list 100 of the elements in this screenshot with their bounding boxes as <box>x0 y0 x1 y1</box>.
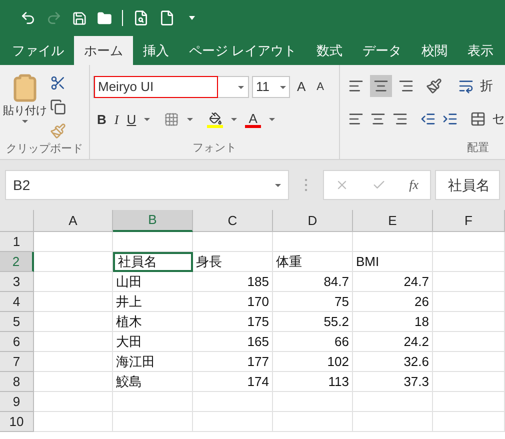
merge-cells-icon[interactable] <box>470 110 486 127</box>
decrease-indent-icon[interactable] <box>420 110 436 127</box>
empty-cell <box>433 392 505 412</box>
font-name-field[interactable]: Meiryo UI <box>93 76 249 98</box>
drag-handle-icon[interactable] <box>305 179 307 191</box>
bottom-align-icon[interactable] <box>398 78 414 94</box>
align-left-icon[interactable] <box>348 110 364 127</box>
table-cell: 井上 <box>113 292 193 312</box>
group-label: クリップボード <box>6 142 83 157</box>
copy-icon[interactable] <box>50 99 66 115</box>
table-cell: 170 <box>193 292 273 312</box>
align-center-icon[interactable] <box>370 110 386 127</box>
print-preview-icon[interactable] <box>133 10 149 26</box>
borders-icon[interactable] <box>164 112 180 128</box>
font-size-field[interactable]: 11 <box>252 76 290 98</box>
increase-indent-icon[interactable] <box>442 110 458 127</box>
column-header[interactable]: B <box>113 210 193 232</box>
undo-icon[interactable] <box>20 10 36 26</box>
save-icon[interactable] <box>72 10 87 26</box>
ribbon-tab[interactable]: 校閲 <box>412 36 458 65</box>
table-cell: 体重 <box>273 252 353 272</box>
table-cell: 身長 <box>193 252 273 272</box>
empty-cell <box>433 272 505 292</box>
customize-icon[interactable] <box>189 16 195 20</box>
table-cell: 植木 <box>113 312 193 332</box>
empty-cell <box>433 352 505 372</box>
row-header[interactable]: 3 <box>0 272 34 292</box>
table-cell: 66 <box>273 332 353 352</box>
table-cell: 大田 <box>113 332 193 352</box>
column-header[interactable]: C <box>193 210 273 232</box>
table-cell: 84.7 <box>273 272 353 292</box>
ribbon-tab[interactable]: 数式 <box>306 36 353 65</box>
bold-button[interactable]: B <box>97 110 106 130</box>
table-cell: 165 <box>193 332 273 352</box>
caret-icon[interactable] <box>238 86 244 88</box>
grow-font-button[interactable]: A <box>293 77 310 97</box>
font-color-button[interactable]: A <box>245 112 262 128</box>
table-cell: 社員名 <box>113 252 193 272</box>
empty-cell <box>433 292 505 312</box>
table-cell: 102 <box>273 352 353 372</box>
wrap-text-label[interactable]: 折 <box>480 76 493 96</box>
empty-cell <box>433 252 505 272</box>
column-header[interactable]: F <box>433 210 505 232</box>
caret-icon[interactable] <box>231 118 238 122</box>
ribbon-tab[interactable]: ホーム <box>74 36 133 65</box>
paste-button[interactable]: 貼り付け <box>0 73 50 139</box>
cut-icon[interactable] <box>50 75 66 91</box>
table-cell: 174 <box>193 372 273 392</box>
table-cell: 37.3 <box>353 372 433 392</box>
row-header[interactable]: 5 <box>0 312 34 332</box>
top-align-icon[interactable] <box>348 78 364 94</box>
new-document-icon[interactable] <box>159 10 175 26</box>
formula-field[interactable]: 社員名 <box>435 170 500 200</box>
column-header[interactable]: D <box>273 210 353 232</box>
table-cell: 113 <box>273 372 353 392</box>
group-label: 配置 <box>467 140 489 156</box>
caret-icon[interactable] <box>275 184 281 186</box>
underline-button[interactable]: U <box>126 110 136 130</box>
empty-cell <box>433 332 505 352</box>
ribbon-tab[interactable]: ページ レイアウト <box>179 36 307 65</box>
fill-color-icon[interactable] <box>207 112 224 128</box>
table-cell: 75 <box>273 292 353 312</box>
row-header[interactable]: 2 <box>0 252 34 272</box>
shrink-font-button[interactable]: A <box>312 78 328 96</box>
table-cell: 海江田 <box>113 352 193 372</box>
merge-cells-label[interactable]: セ <box>492 109 505 128</box>
table-cell: 55.2 <box>273 312 353 332</box>
table-cell: 32.6 <box>353 352 433 372</box>
folder-icon[interactable] <box>97 10 112 26</box>
ribbon-tab[interactable]: 表示 <box>458 36 504 65</box>
table-cell: 18 <box>353 312 433 332</box>
ribbon-tab[interactable]: データ <box>352 36 412 65</box>
row-header[interactable]: 9 <box>0 392 34 412</box>
row-header[interactable]: 10 <box>0 412 34 432</box>
table-cell: 26 <box>353 292 433 312</box>
italic-button[interactable]: I <box>114 110 119 130</box>
middle-align-icon[interactable] <box>373 78 389 94</box>
name-box[interactable]: B2 <box>5 170 289 200</box>
ribbon-tab[interactable]: ファイル <box>2 36 74 65</box>
row-header[interactable]: 6 <box>0 332 34 352</box>
empty-cell <box>433 312 505 332</box>
insert-function-button[interactable]: fx <box>409 175 419 195</box>
ribbon-tab[interactable]: 挿入 <box>133 36 179 65</box>
row-header[interactable]: 7 <box>0 352 34 372</box>
wrap-text-icon[interactable] <box>458 78 474 94</box>
table-cell: 24.2 <box>353 332 433 352</box>
group-label: フォント <box>192 140 236 156</box>
column-header[interactable]: E <box>353 210 433 232</box>
row-header[interactable]: 4 <box>0 292 34 312</box>
row-header[interactable]: 1 <box>0 232 34 252</box>
caret-icon[interactable] <box>280 86 286 88</box>
table-cell: 177 <box>193 352 273 372</box>
table-cell: 175 <box>193 312 273 332</box>
caret-icon[interactable] <box>144 118 150 122</box>
caret-icon[interactable] <box>269 118 276 122</box>
row-header[interactable]: 8 <box>0 372 34 392</box>
caret-icon[interactable] <box>22 120 28 122</box>
align-right-icon[interactable] <box>392 110 408 127</box>
table-cell: 24.7 <box>353 272 433 292</box>
caret-icon[interactable] <box>187 118 194 122</box>
